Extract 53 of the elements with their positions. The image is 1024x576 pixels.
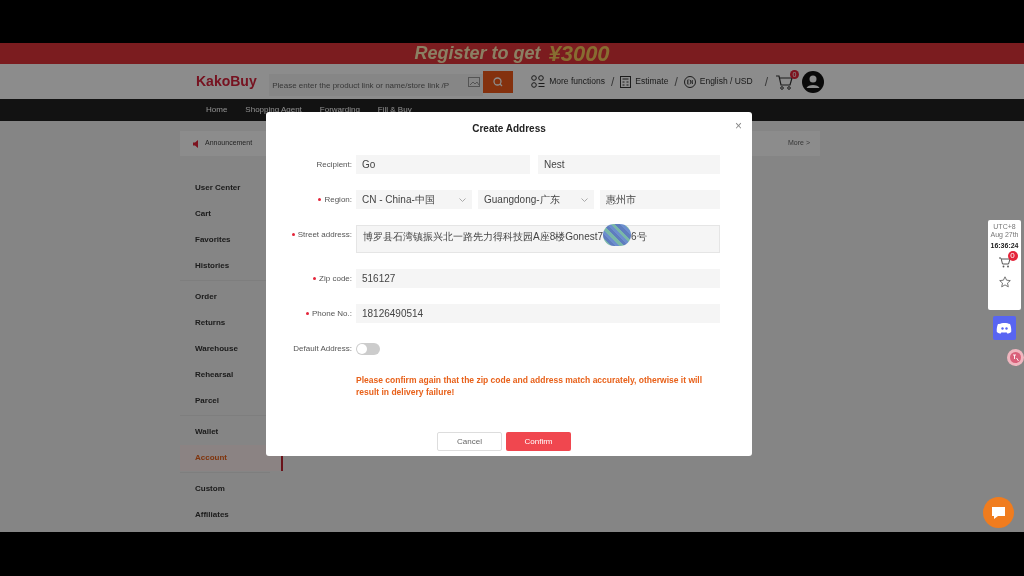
toggle-switch[interactable] <box>356 343 380 355</box>
divider-slash: / <box>764 73 768 91</box>
text-field[interactable]: Go <box>356 155 530 174</box>
sidebar-item[interactable]: Custom <box>180 476 283 502</box>
field-label: Phone No.: <box>311 307 352 320</box>
text-field[interactable]: Nest <box>538 155 720 174</box>
warning-message: Please confirm again that the zip code and address match accurately, otherwise it will result in delivery failure! <box>356 374 704 398</box>
sidebar-item[interactable]: Affiliates <box>180 502 283 528</box>
speaker-icon <box>193 139 201 148</box>
search-icon <box>493 76 504 87</box>
nav-link[interactable]: Home <box>206 104 228 116</box>
field-label: Zip code: <box>319 272 352 285</box>
nav-link[interactable]: Forwarding <box>319 104 360 116</box>
chat-button[interactable] <box>983 497 1014 528</box>
banner-text: Register to get <box>414 43 541 65</box>
search-button[interactable] <box>483 70 514 93</box>
field-label: Recipient: <box>316 158 352 171</box>
sidebar-item[interactable]: Account <box>180 445 283 471</box>
header-link[interactable]: Estimate <box>620 75 669 88</box>
promo-banner[interactable]: Register to get ¥3000 <box>0 43 1024 64</box>
logo[interactable]: KakoBuy <box>196 71 270 92</box>
text-field[interactable]: 516127 <box>356 269 720 288</box>
field-label: Region: <box>324 193 352 206</box>
star-icon[interactable] <box>998 276 1011 288</box>
select-field[interactable]: CN - China-中国 <box>356 190 472 209</box>
dialog-title: Create Address <box>472 121 546 136</box>
banner-amount: ¥3000 <box>548 43 610 64</box>
divider-slash: / <box>610 73 615 91</box>
divider-slash: / <box>674 73 678 91</box>
avatar-icon[interactable] <box>802 70 824 93</box>
header-link[interactable]: More functions <box>531 75 605 88</box>
field-label: Default Address: <box>293 342 352 355</box>
header-link[interactable]: English / USD <box>683 75 753 88</box>
image-icon[interactable] <box>468 76 481 87</box>
select-field[interactable]: Guangdong-广东 <box>478 190 594 209</box>
language-icon <box>683 75 696 88</box>
text-field[interactable]: 18126490514 <box>356 304 720 323</box>
redaction-blur <box>603 224 632 246</box>
cart-count-badge: 0 <box>1007 251 1018 261</box>
apps-icon <box>531 75 546 88</box>
close-button[interactable]: × <box>735 120 742 132</box>
chevron-down-icon <box>459 197 466 202</box>
cart-icon[interactable] <box>776 73 794 90</box>
translate-icon[interactable] <box>1007 349 1024 366</box>
cancel-button[interactable]: Cancel <box>437 432 502 451</box>
confirm-button[interactable]: Confirm <box>506 432 571 451</box>
text-field[interactable]: 惠州市 <box>600 190 720 209</box>
calculator-icon <box>620 75 632 88</box>
address-textarea[interactable]: 博罗县石湾镇振兴北一路先力得科技园A座8楼Gonest7 6号 <box>356 225 720 253</box>
discord-icon[interactable] <box>993 316 1016 340</box>
field-label: Street address: <box>297 228 352 241</box>
cart-icon[interactable] <box>998 257 1011 268</box>
chevron-down-icon <box>581 197 588 202</box>
